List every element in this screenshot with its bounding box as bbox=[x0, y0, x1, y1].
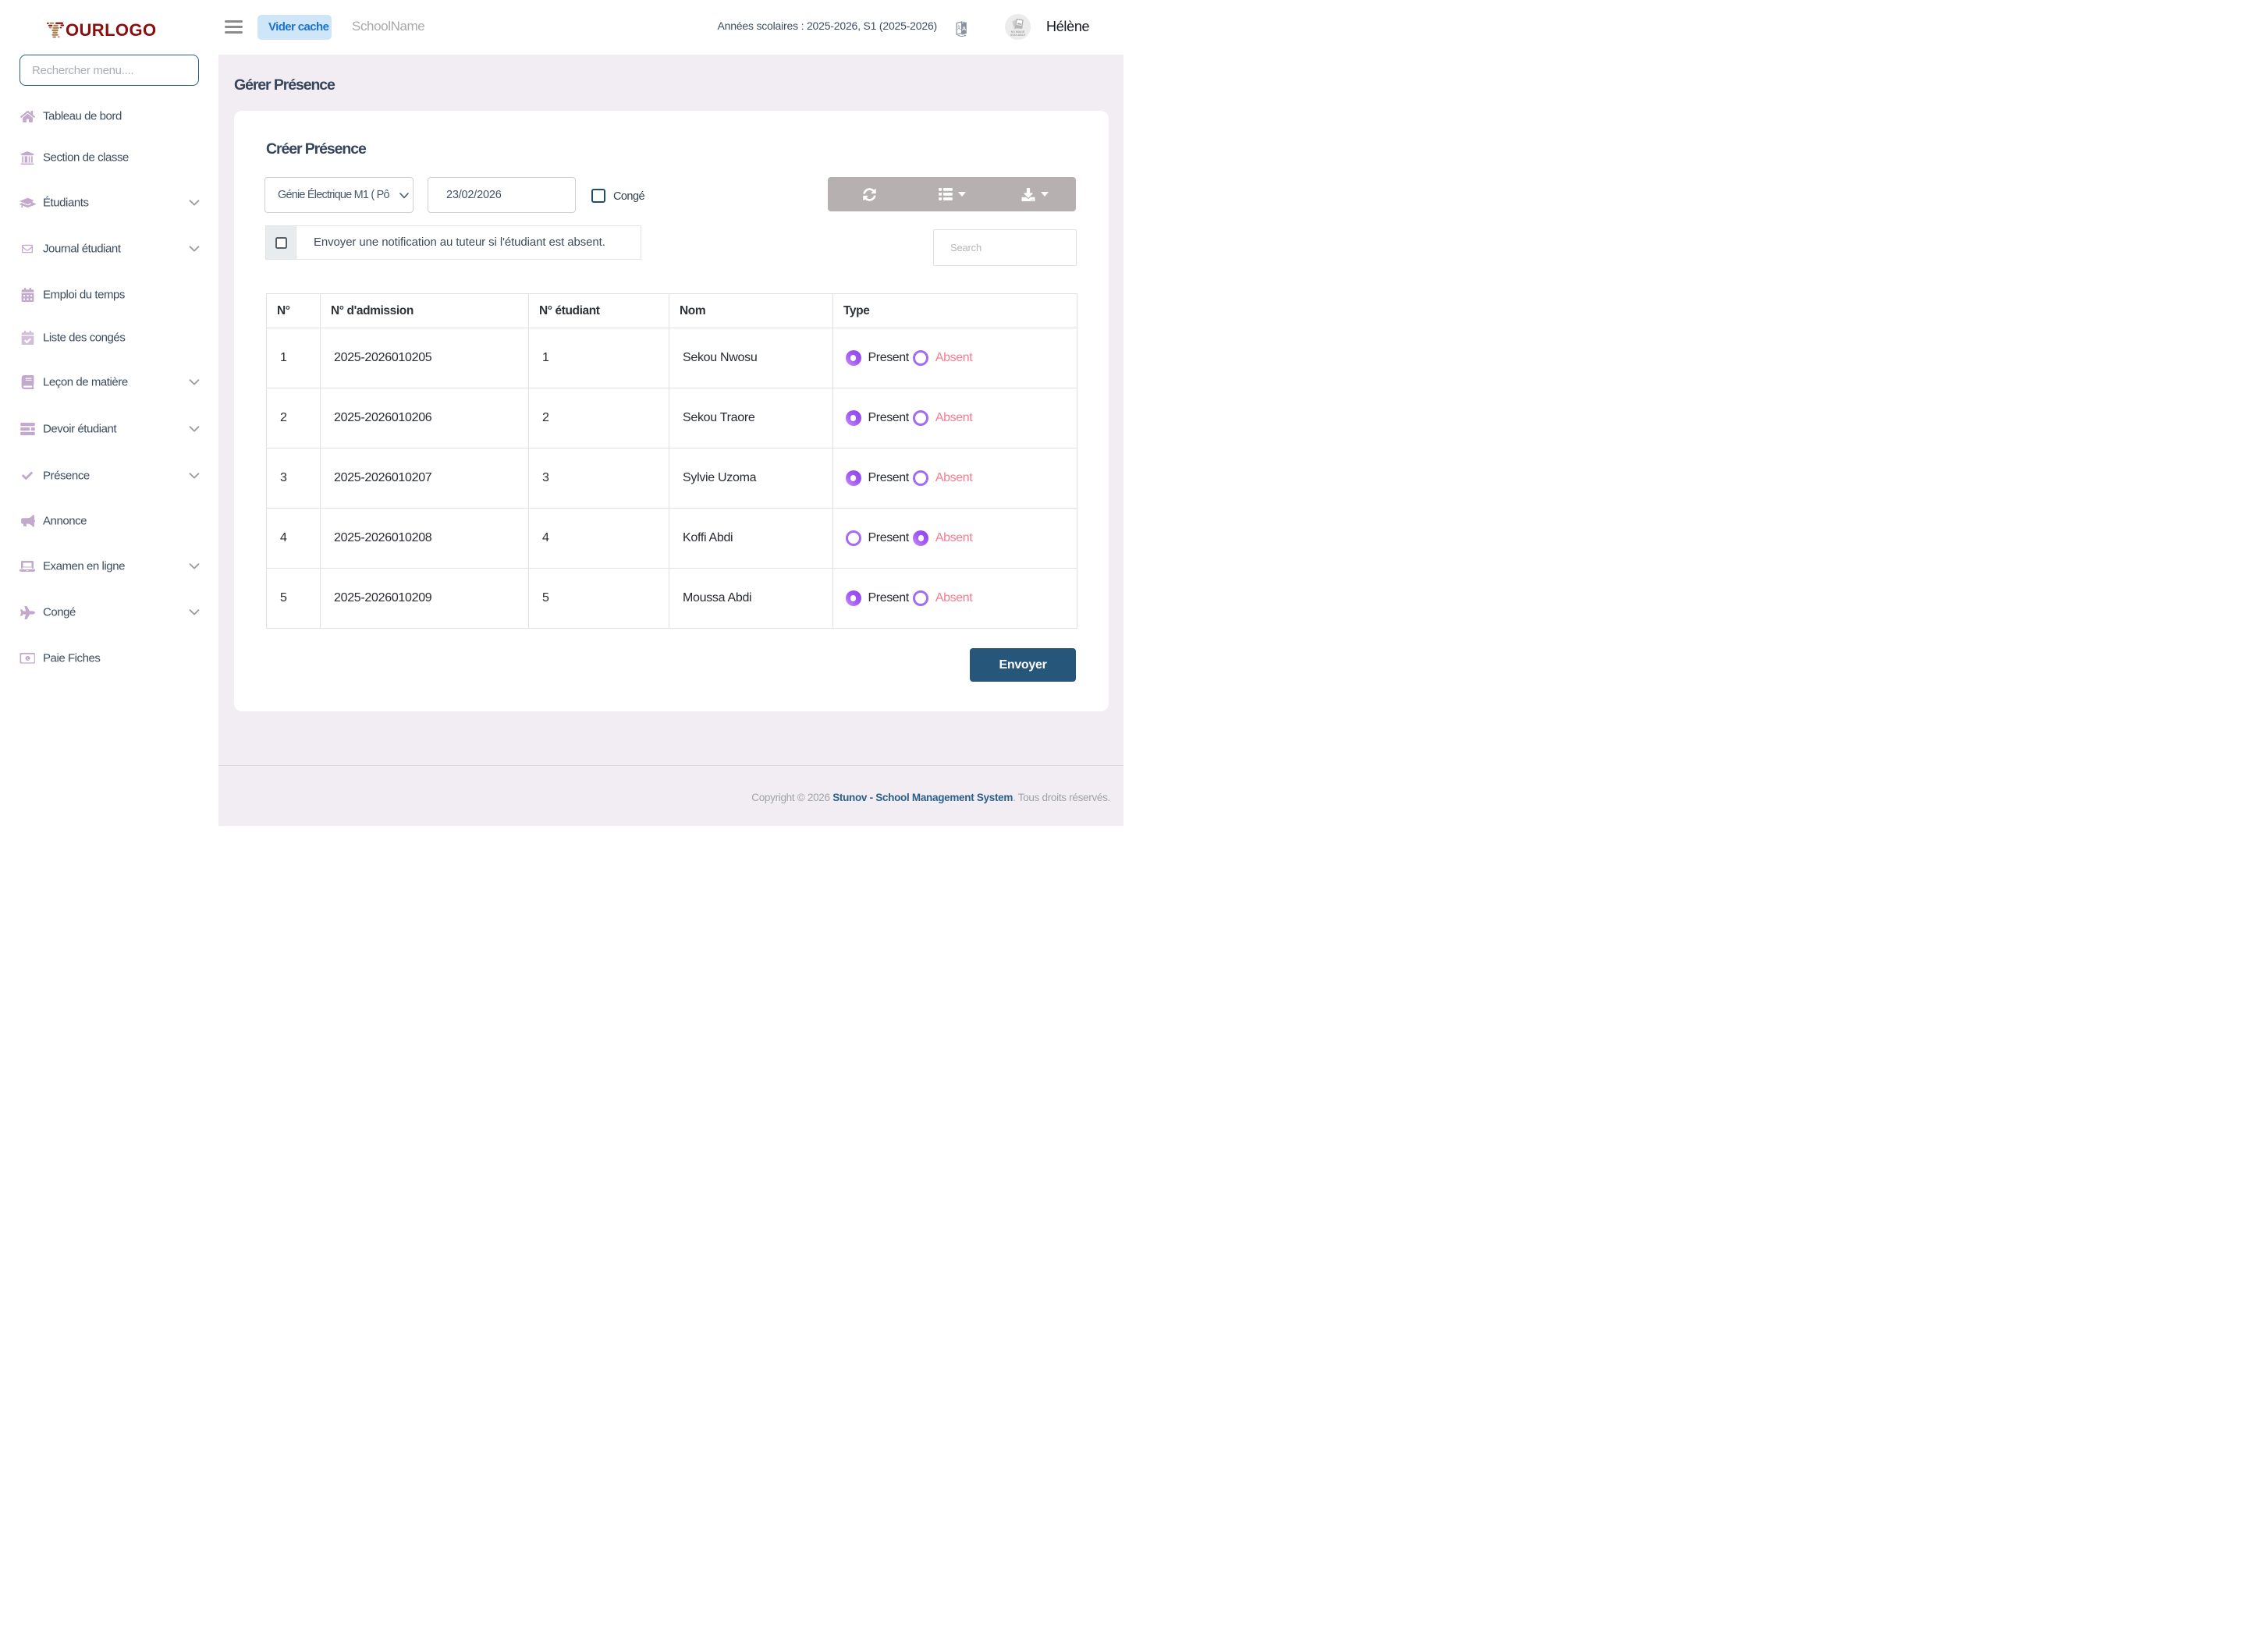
svg-text:A: A bbox=[962, 25, 967, 32]
svg-text:え: え bbox=[957, 24, 962, 30]
svg-text:AVAILABLE: AVAILABLE bbox=[1010, 34, 1026, 37]
